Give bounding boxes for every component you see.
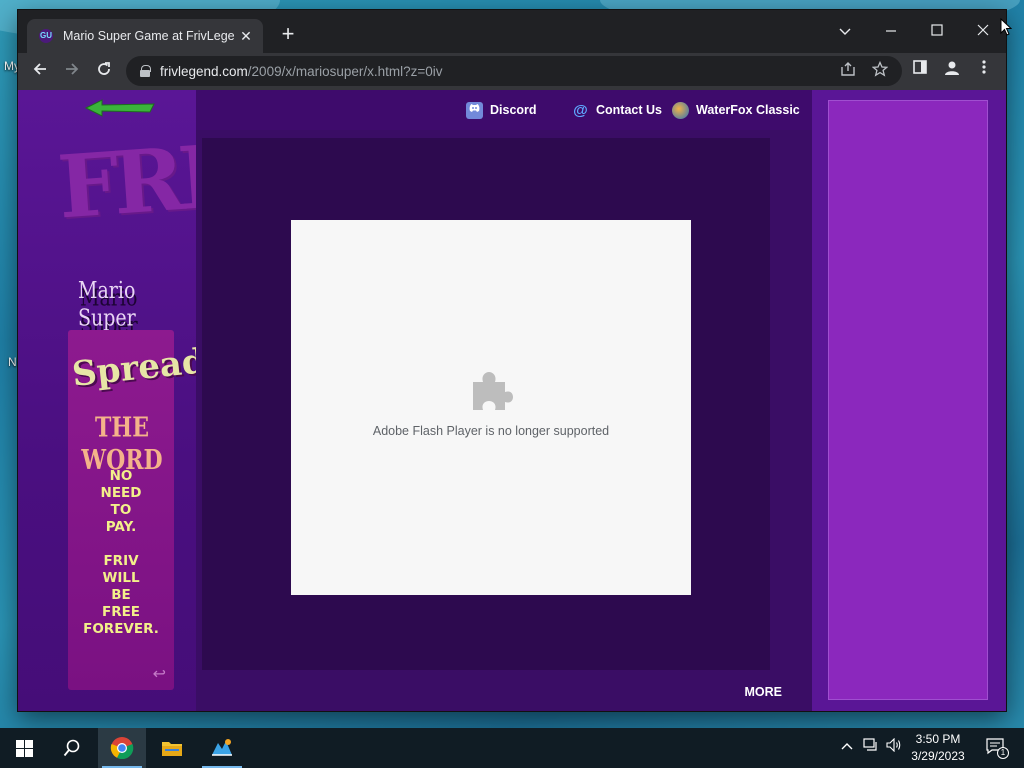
reload-button[interactable] [90, 57, 118, 85]
share-icon[interactable] [838, 61, 858, 81]
lock-icon[interactable] [140, 65, 151, 77]
promo-banner[interactable]: Spread THE WORD NO NEED TO PAY. FRIV WIL… [68, 330, 207, 690]
tab-search-chevron-icon[interactable] [822, 16, 868, 46]
main-content: Discord @ Contact Us WaterFox Classic Ad… [196, 90, 812, 711]
more-link[interactable]: MORE [745, 685, 783, 699]
browser-window: GU Mario Super Game at FrivLegend ✕ + fr… [18, 10, 1006, 711]
promo-line: BE [111, 587, 131, 603]
right-sidebar [812, 90, 1006, 711]
promo-subheadline: THE WORD [81, 411, 163, 477]
search-button[interactable] [48, 728, 96, 768]
flash-plugin-placeholder[interactable]: Adobe Flash Player is no longer supporte… [291, 220, 691, 595]
promo-line: NEED [100, 485, 142, 501]
nav-link-label: Discord [490, 103, 537, 117]
kebab-menu-icon[interactable] [972, 59, 996, 83]
mouse-cursor-icon [1000, 17, 1013, 41]
close-tab-icon[interactable]: ✕ [237, 28, 255, 45]
left-sidebar: FRIV Mario Super Spread THE WORD NO NEED… [18, 90, 277, 711]
chevron-up-icon[interactable] [838, 738, 856, 758]
promo-spacer [68, 536, 174, 553]
game-frame: Adobe Flash Player is no longer supporte… [202, 138, 770, 670]
taskbar-file-explorer[interactable] [148, 728, 196, 768]
notification-count-badge: 1 [997, 747, 1009, 759]
flash-unsupported-message: Adobe Flash Player is no longer supporte… [372, 424, 610, 438]
new-tab-button[interactable]: + [276, 23, 300, 47]
promo-headline: Spread [70, 341, 208, 395]
url-path: /2009/x/mariosuper/x.html?z=0iv [247, 63, 443, 79]
url-host: frivlegend.com [160, 63, 248, 79]
taskbar-app[interactable] [198, 728, 246, 768]
address-bar[interactable]: frivlegend.com/2009/x/mariosuper/x.html?… [126, 56, 902, 86]
system-clock[interactable]: 3:50 PM 3/29/2023 [906, 731, 970, 765]
puzzle-piece-icon [469, 368, 513, 412]
back-arrow-icon[interactable] [84, 98, 156, 118]
maximize-button[interactable] [914, 16, 960, 46]
page-viewport: FRIV Mario Super Spread THE WORD NO NEED… [18, 90, 1006, 711]
url-text[interactable]: frivlegend.com/2009/x/mariosuper/x.html?… [160, 64, 443, 79]
promo-line: WILL [102, 570, 140, 586]
star-icon[interactable] [870, 60, 890, 81]
promo-text: NO NEED TO PAY. FRIV WILL BE FREE FOREVE… [68, 468, 174, 638]
promo-line: FOREVER. [83, 621, 159, 637]
clock-date: 3/29/2023 [911, 749, 965, 763]
at-sign-icon: @ [573, 101, 588, 119]
return-arrow-icon: ↩ [152, 666, 166, 683]
minimize-button[interactable] [868, 16, 914, 46]
waterfox-icon [672, 101, 689, 119]
side-panel-icon[interactable] [908, 59, 932, 83]
nav-link-label: WaterFox Classic [696, 103, 800, 117]
notification-center-icon[interactable]: 1 [983, 737, 1009, 759]
promo-line: NO [109, 468, 133, 484]
promo-line: FREE [101, 604, 141, 620]
tab-strip: GU Mario Super Game at FrivLegend ✕ + [18, 10, 1006, 53]
network-icon[interactable] [862, 738, 880, 758]
forward-button[interactable] [58, 57, 86, 85]
start-button[interactable] [0, 728, 48, 768]
clock-time: 3:50 PM [915, 732, 961, 746]
promo-line: PAY. [105, 519, 137, 535]
profile-icon[interactable] [940, 59, 964, 83]
taskbar-chrome[interactable] [98, 728, 146, 768]
nav-link-waterfox[interactable]: WaterFox Classic [672, 100, 800, 120]
speaker-icon[interactable] [885, 737, 903, 758]
browser-tab-active[interactable]: GU Mario Super Game at FrivLegend ✕ [27, 19, 263, 53]
tab-title: Mario Super Game at FrivLegend [63, 29, 235, 43]
promo-line: TO [110, 502, 132, 518]
site-favicon-icon: GU [39, 29, 53, 43]
top-nav: Discord @ Contact Us WaterFox Classic [196, 90, 812, 130]
browser-toolbar: frivlegend.com/2009/x/mariosuper/x.html?… [18, 53, 1006, 90]
promo-line: FRIV [103, 553, 139, 569]
back-button[interactable] [26, 57, 54, 85]
desktop-icon-label[interactable]: N [8, 355, 17, 369]
game-title: Mario Super [78, 276, 136, 332]
taskbar: 3:50 PM 3/29/2023 1 [0, 728, 1024, 768]
discord-icon [466, 101, 483, 119]
ad-panel [828, 100, 988, 700]
nav-link-contact[interactable]: @ Contact Us [572, 100, 662, 120]
nav-link-label: Contact Us [596, 103, 662, 117]
nav-link-discord[interactable]: Discord [466, 100, 537, 120]
